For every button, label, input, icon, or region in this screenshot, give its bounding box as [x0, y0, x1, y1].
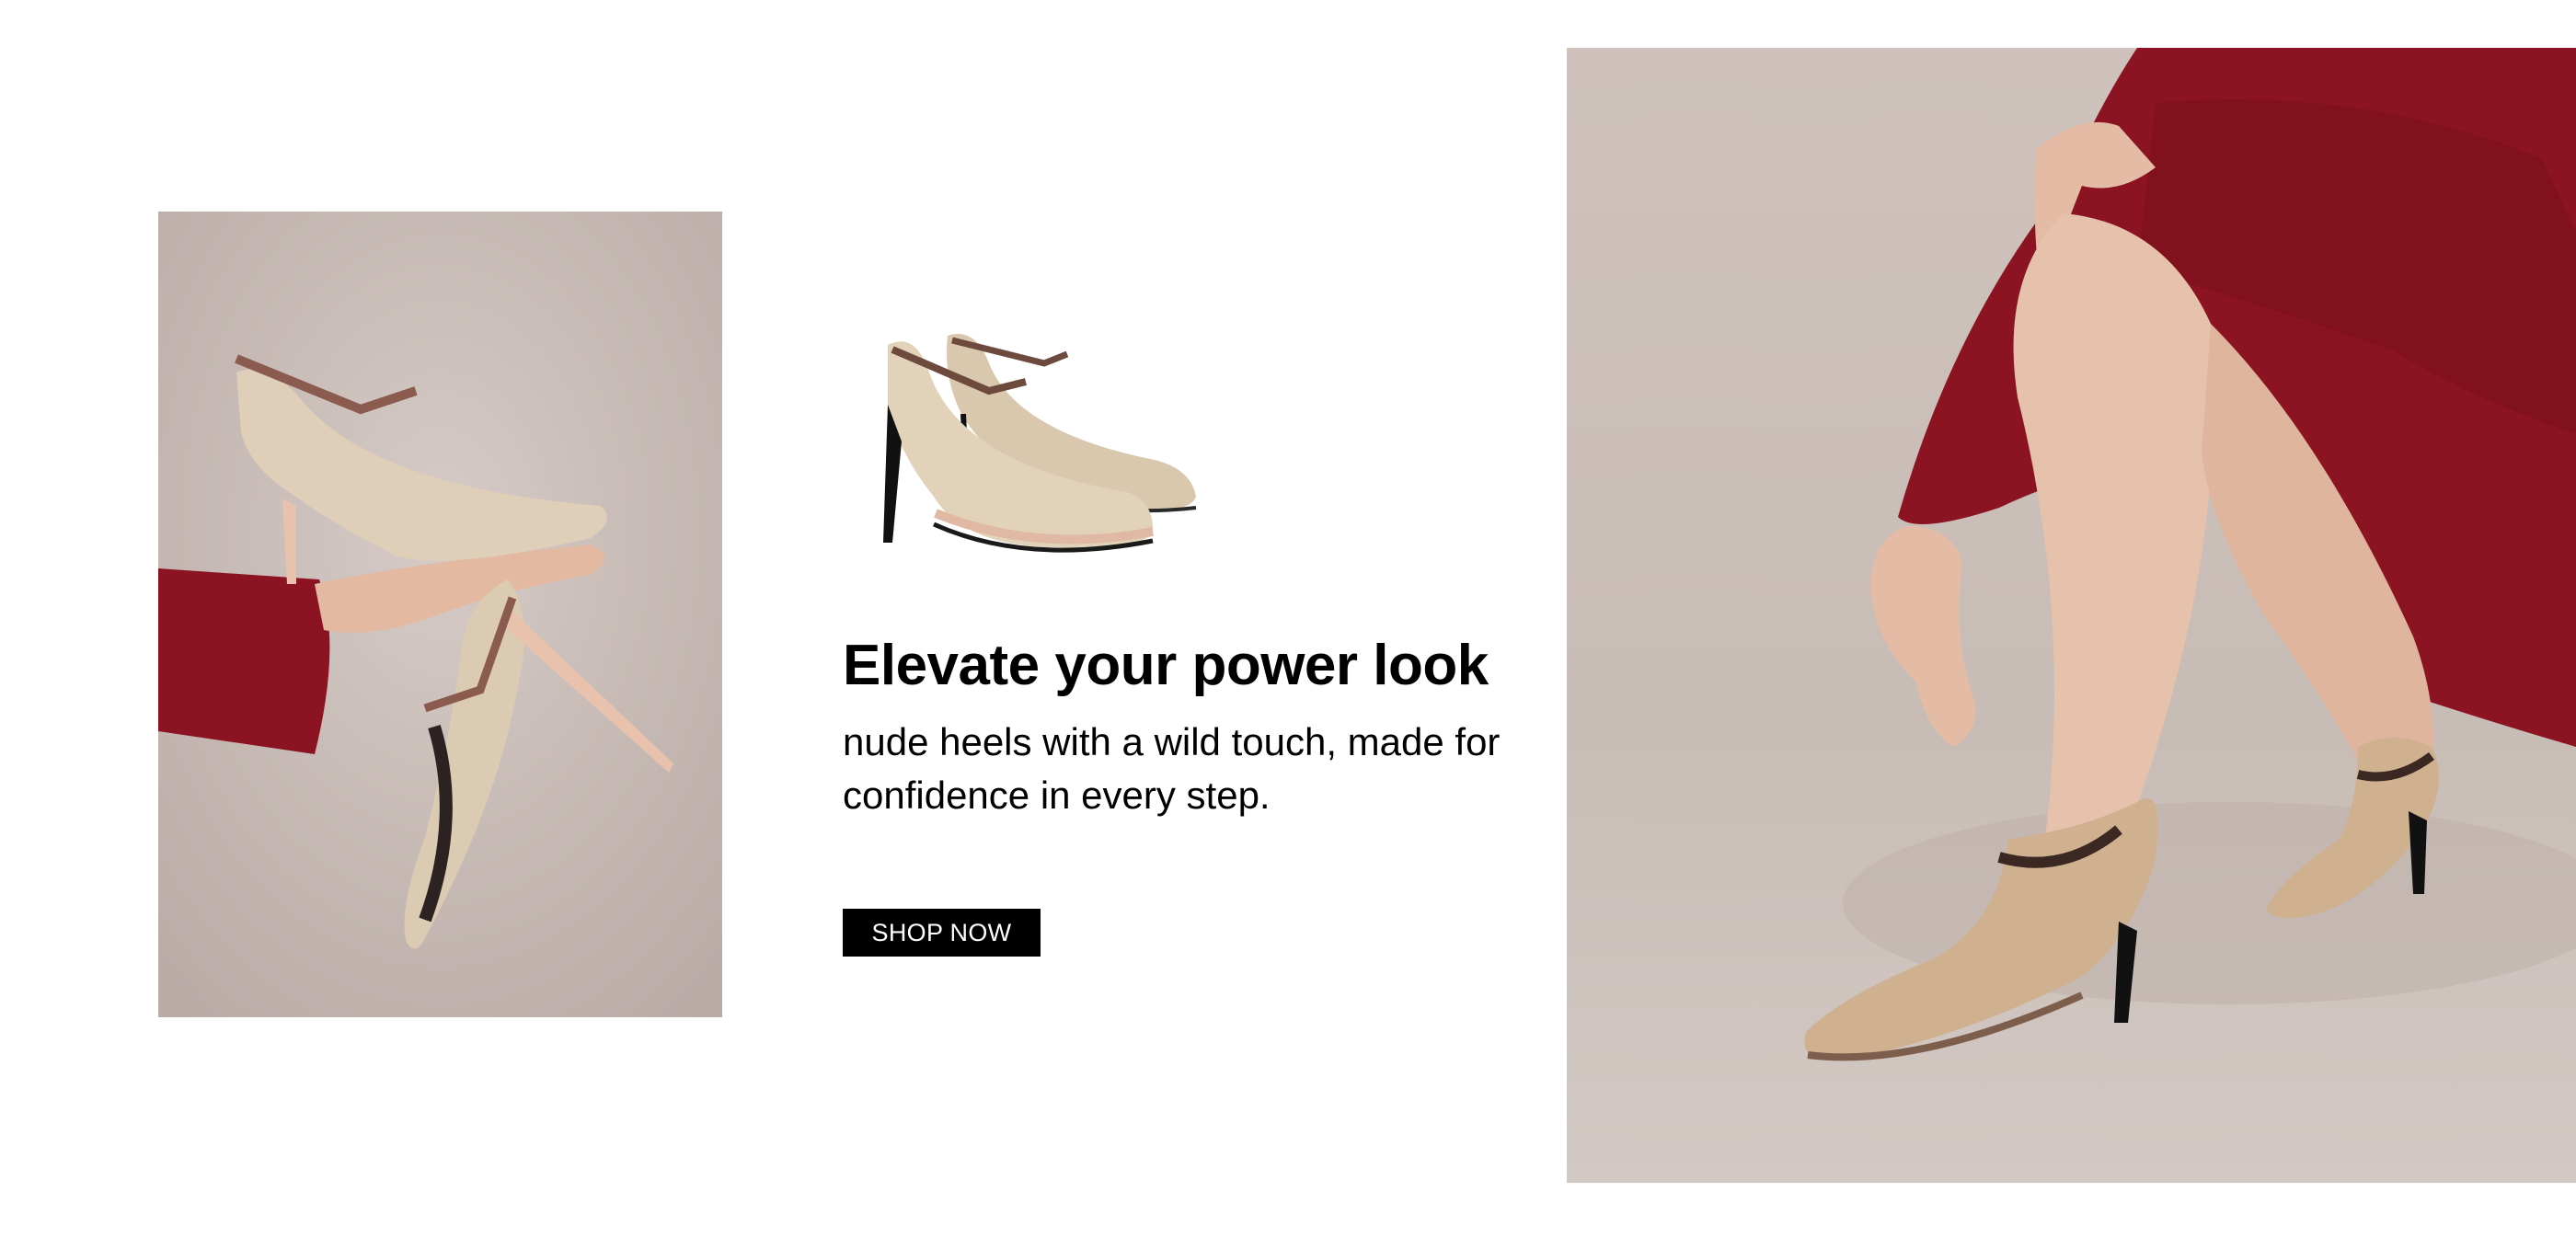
hero-subtext: nude heels with a wild touch, made for c…	[843, 720, 1501, 817]
product-thumbnail-heels[interactable]	[860, 313, 1214, 589]
lifestyle-photo-model-wearing-heels	[1567, 48, 2576, 1183]
lifestyle-photo-hand-holding-heels	[158, 212, 722, 1017]
hero-headline: Elevate your power look	[843, 634, 1489, 697]
shop-now-button[interactable]: SHOP NOW	[843, 909, 1041, 957]
